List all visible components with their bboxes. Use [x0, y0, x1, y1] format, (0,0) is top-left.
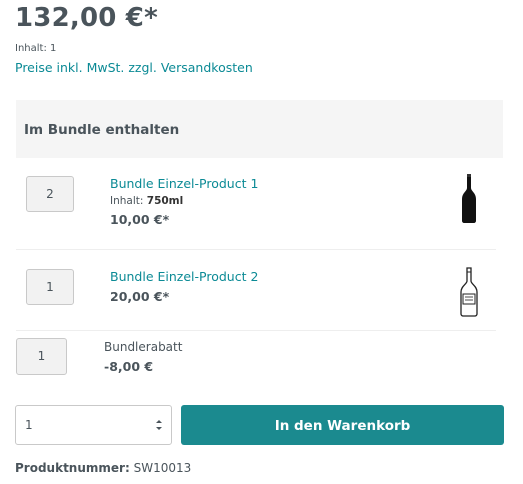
bundle-item-price: 20,00 €*	[110, 289, 170, 304]
dark-wine-bottle-icon[interactable]	[458, 172, 480, 224]
bundle-item-name[interactable]: Bundle Einzel-Product 2	[110, 269, 258, 284]
bundle-header: Im Bundle enthalten	[16, 100, 503, 158]
quantity-select-value: 1	[25, 418, 33, 432]
bundle-item-quantity: 2	[26, 176, 74, 212]
product-price: 132,00 €*	[15, 3, 158, 33]
bundle-title: Im Bundle enthalten	[24, 122, 180, 138]
bundle-row-divider	[16, 249, 496, 250]
bundle-discount-quantity: 1	[16, 338, 67, 375]
bundle-box: Im Bundle enthalten	[15, 100, 503, 360]
select-arrows-icon	[156, 420, 162, 430]
bundle-discount-label: Bundlerabatt	[104, 340, 183, 354]
product-content-label: Inhalt:	[15, 43, 47, 54]
bundle-item-content: Inhalt: 750ml	[110, 195, 183, 207]
product-content: Inhalt: 1	[15, 43, 56, 54]
product-number-value: SW10013	[133, 461, 192, 475]
quantity-select[interactable]: 1	[15, 405, 172, 445]
product-content-value: 1	[50, 43, 57, 54]
bundle-row-divider	[16, 330, 496, 331]
bundle-item-quantity: 1	[26, 269, 74, 305]
product-number-label: Produktnummer:	[15, 461, 130, 475]
product-number: Produktnummer: SW10013	[15, 461, 191, 475]
shipping-costs-link[interactable]: Preise inkl. MwSt. zzgl. Versandkosten	[15, 60, 253, 75]
bundle-item-price: 10,00 €*	[110, 212, 170, 227]
outline-wine-bottle-icon[interactable]	[457, 266, 481, 318]
bundle-item-name[interactable]: Bundle Einzel-Product 1	[110, 176, 258, 191]
add-to-cart-button[interactable]: In den Warenkorb	[181, 405, 504, 445]
bundle-item-content-value: 750ml	[146, 195, 184, 207]
bundle-discount-price: -8,00 €	[104, 359, 154, 374]
bundle-item-content-label: Inhalt:	[110, 195, 144, 207]
